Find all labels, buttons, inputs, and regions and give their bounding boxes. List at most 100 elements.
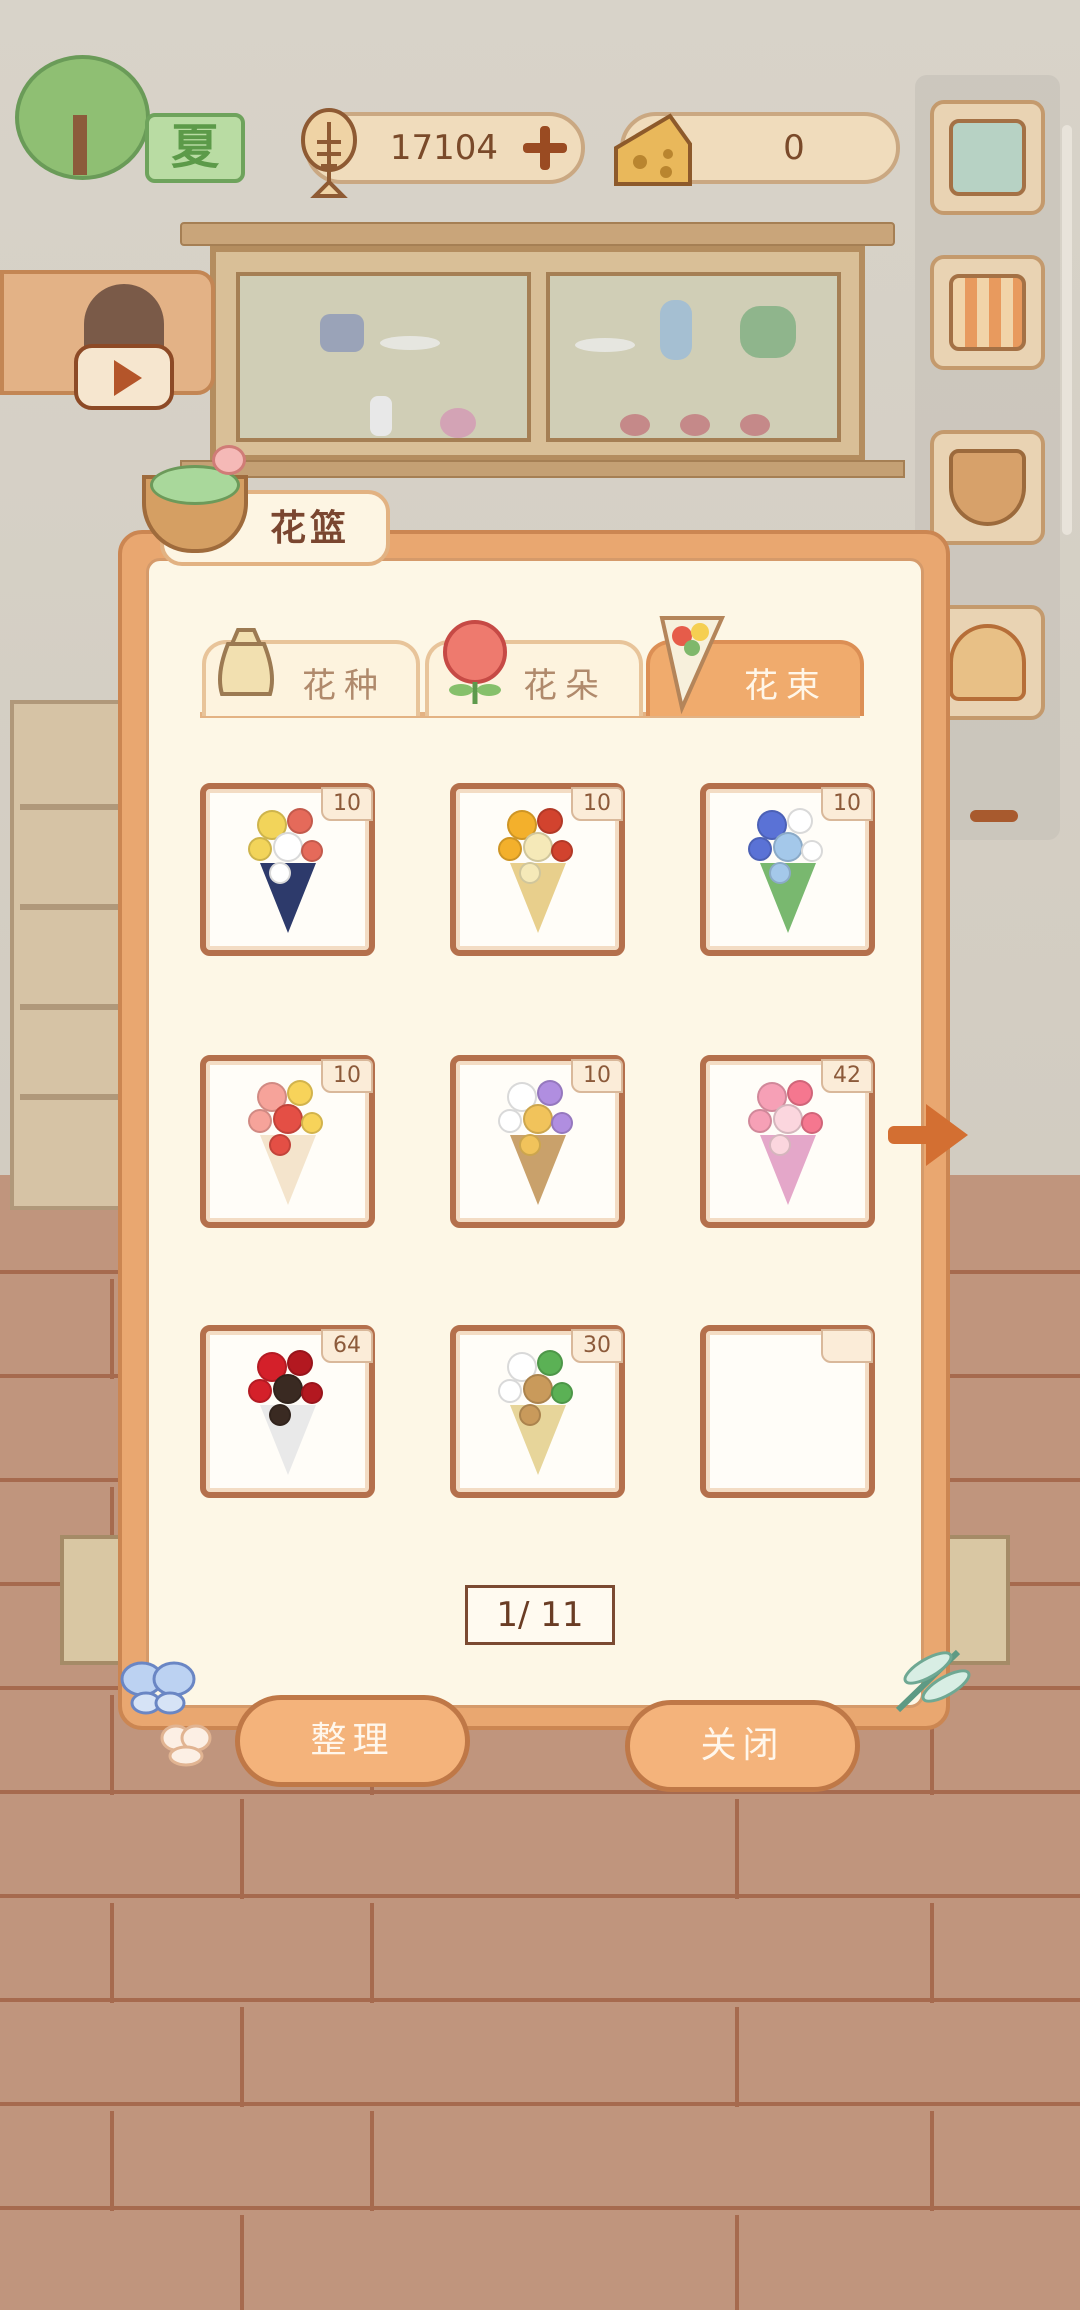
plate-icon (380, 336, 440, 350)
watch-video-button[interactable] (0, 270, 215, 410)
bloom (248, 837, 272, 861)
cheese-icon (610, 108, 696, 192)
bloom (769, 862, 791, 884)
bloom (273, 832, 303, 862)
brick-joint (930, 2111, 934, 2211)
bloom (269, 1134, 291, 1156)
bloom (748, 837, 772, 861)
bookcase-shelf (20, 904, 120, 910)
fish-bone-icon (299, 102, 369, 198)
cabinet-glass-right (546, 272, 841, 442)
bloom (551, 1382, 573, 1404)
bloom (498, 1379, 522, 1403)
brick-joint (240, 2215, 244, 2310)
bouquet-icon (730, 1075, 846, 1209)
bloom (273, 1104, 303, 1134)
tab-flowers-label: 花朵 (523, 666, 607, 706)
bloom (773, 1104, 803, 1134)
bloom (537, 1350, 563, 1376)
bloom (519, 1404, 541, 1426)
bloom (273, 1374, 303, 1404)
basket-icon (949, 449, 1026, 526)
bloom (269, 1404, 291, 1426)
brick-joint (240, 2007, 244, 2107)
side-scrollbar[interactable] (1062, 125, 1072, 535)
bloom (269, 862, 291, 884)
bloom (301, 1112, 323, 1134)
bouquet-icon (730, 803, 846, 937)
brick-joint (930, 1903, 934, 2003)
bloom (551, 840, 573, 862)
butterfly-icon (120, 1661, 196, 1715)
bouquet-icon (230, 803, 346, 937)
shop-button[interactable] (930, 255, 1045, 370)
cup-icon (680, 414, 710, 436)
tab-bouquets-label: 花束 (744, 666, 828, 706)
season-logo[interactable]: 夏 (15, 55, 245, 190)
brick-joint (735, 1799, 739, 1899)
add-currency-button[interactable] (523, 126, 567, 170)
flower-basket-icon (142, 445, 248, 555)
display-cabinet-top (180, 222, 895, 246)
inventory-slot[interactable] (700, 1325, 875, 1498)
inventory-slot[interactable]: 10 (200, 783, 375, 956)
bloom (801, 840, 823, 862)
cheese-currency: 0 (614, 112, 900, 186)
play-icon (74, 344, 174, 410)
bloom (498, 837, 522, 861)
bookcase-shelf (20, 804, 120, 810)
bloom (498, 1109, 522, 1133)
collapse-menu-button[interactable] (970, 810, 1018, 822)
tab-seeds[interactable]: 花种 (202, 628, 420, 716)
close-button[interactable]: 关闭 (625, 1700, 860, 1792)
tab-flowers[interactable]: 花朵 (425, 620, 643, 716)
flower-basket-button[interactable] (930, 430, 1045, 545)
inventory-slot[interactable]: 30 (450, 1325, 625, 1498)
trophy-icon (949, 624, 1026, 701)
item-count-badge (821, 1329, 873, 1363)
shop-stall-icon (949, 274, 1026, 351)
star-decoration-icon (440, 408, 476, 438)
bloom (537, 808, 563, 834)
bloom (287, 1350, 313, 1376)
bookcase-shelf (20, 1094, 120, 1100)
cheese-amount: 0 (783, 128, 805, 168)
vase-icon (320, 314, 364, 352)
bloom (523, 1374, 553, 1404)
brick-joint (110, 1903, 114, 2003)
bloom (523, 1104, 553, 1134)
bloom (787, 1080, 813, 1106)
inventory-slot[interactable]: 10 (700, 783, 875, 956)
dragonfly-icon (895, 1649, 971, 1713)
bloom (301, 840, 323, 862)
window-button[interactable] (930, 100, 1045, 215)
bookcase-shelf (20, 1004, 120, 1010)
brick-joint (240, 1799, 244, 1899)
bloom (748, 1109, 772, 1133)
cabinet-shelf (180, 460, 905, 478)
inventory-slot[interactable]: 64 (200, 1325, 375, 1498)
small-butterfly-icon (160, 1724, 212, 1767)
inventory-slot[interactable]: 10 (450, 1055, 625, 1228)
bouquet-icon (480, 1345, 596, 1479)
bottle-icon (370, 396, 392, 436)
seed-bag-icon (218, 628, 274, 696)
basket-bow (212, 445, 246, 475)
sort-button[interactable]: 整理 (235, 1695, 470, 1787)
tab-seeds-label: 花种 (302, 666, 386, 706)
brick-joint (370, 2111, 374, 2211)
bouquet-icon (480, 803, 596, 937)
inventory-slot[interactable]: 42 (700, 1055, 875, 1228)
cup-icon (620, 414, 650, 436)
bloom (523, 832, 553, 862)
brick-joint (735, 2215, 739, 2310)
inventory-slot[interactable]: 10 (200, 1055, 375, 1228)
inventory-slot[interactable]: 10 (450, 783, 625, 956)
tab-bouquets[interactable]: 花束 (646, 616, 864, 716)
brick-joint (735, 2007, 739, 2107)
bouquet-icon (659, 616, 726, 715)
next-page-arrow[interactable] (888, 1098, 968, 1173)
plate-icon (575, 338, 635, 352)
cabinet-glass-left (236, 272, 531, 442)
display-cabinet (210, 246, 865, 461)
